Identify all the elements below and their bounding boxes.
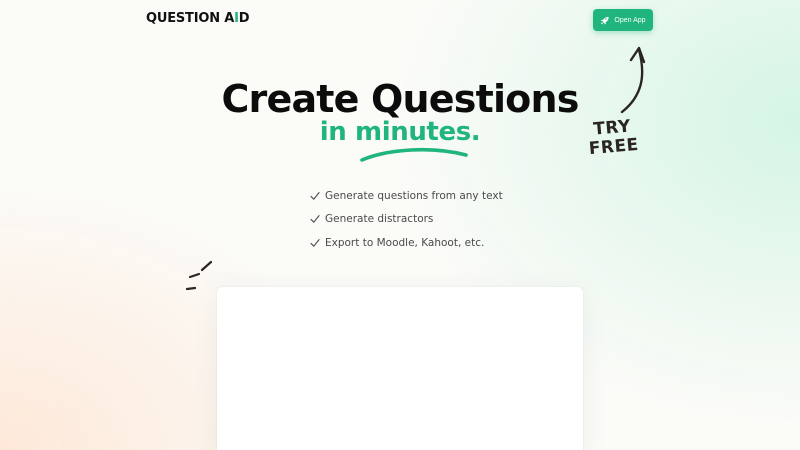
hero-subtitle: in minutes. xyxy=(319,117,481,147)
check-icon xyxy=(310,238,320,247)
underline-swoosh xyxy=(360,147,468,162)
try-free-label: TRY FREE xyxy=(576,116,649,160)
logo-text-end: D xyxy=(238,11,250,26)
try-free-line-2: FREE xyxy=(588,134,640,160)
open-app-button[interactable]: Open App xyxy=(593,9,653,31)
feature-label: Generate questions from any text xyxy=(325,189,503,202)
logo-text-main: QUESTION A xyxy=(146,11,235,26)
sparkle-dashes-icon xyxy=(185,260,213,291)
check-icon xyxy=(310,191,320,200)
feature-list: Generate questions from any text Generat… xyxy=(310,184,503,255)
feature-item: Export to Moodle, Kahoot, etc. xyxy=(310,231,503,255)
check-icon xyxy=(310,215,320,223)
feature-label: Generate distractors xyxy=(325,213,434,226)
app-preview-card xyxy=(217,287,583,450)
open-app-label: Open App xyxy=(614,16,646,24)
feature-item: Generate distractors xyxy=(310,208,503,232)
feature-item: Generate questions from any text xyxy=(310,184,503,208)
curved-arrow-up-icon xyxy=(620,46,646,114)
feature-label: Export to Moodle, Kahoot, etc. xyxy=(325,236,485,249)
rocket-icon xyxy=(601,16,610,25)
logo[interactable]: QUESTION AID xyxy=(146,11,250,27)
